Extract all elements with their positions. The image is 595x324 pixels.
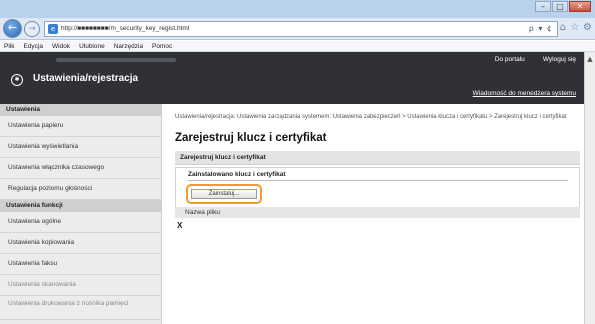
sidebar-item-timer[interactable]: Ustawienia włącznika czasowego	[0, 158, 161, 179]
sidebar-item-volume[interactable]: Regulacja poziomu głośności	[0, 179, 161, 200]
menu-help[interactable]: Pomoc	[152, 43, 172, 50]
section-header-bar: Zarejestruj klucz i certyfikat	[175, 151, 580, 165]
scroll-up-icon[interactable]: ▲	[585, 54, 595, 64]
page-icon: e	[48, 24, 58, 34]
manager-message-link[interactable]: Wiadomość do menedżera systemu	[473, 90, 576, 97]
back-arrow-icon[interactable]: ←	[3, 19, 22, 38]
page-title: Zarejestruj klucz i certyfikat	[175, 132, 327, 144]
page-scrollbar[interactable]: ▲	[584, 52, 595, 324]
install-button[interactable]: Zainstaluj...	[191, 189, 257, 199]
close-button[interactable]: ✕	[569, 1, 591, 12]
sidebar-item-display[interactable]: Ustawienia wyświetlania	[0, 137, 161, 158]
breadcrumb: Ustawienia/rejestracja: Ustawienia zarzą…	[175, 114, 567, 120]
file-name-column-header: Nazwa pliku	[175, 207, 580, 218]
forward-arrow-icon[interactable]: →	[24, 21, 40, 37]
menu-file[interactable]: Plik	[4, 43, 14, 50]
browser-navbar: ← → e http://■■■■■■■■/m_security_key_reg…	[0, 18, 595, 40]
window-controls: – □ ✕	[535, 1, 591, 12]
home-icon[interactable]: ⌂	[560, 22, 566, 33]
sidebar-section-functions: Ustawienia funkcji	[0, 200, 161, 212]
main-content: Ustawienia/rejestracja: Ustawienia zarzą…	[162, 104, 584, 324]
settings-logo-icon: ✱	[11, 74, 23, 86]
minimize-button[interactable]: –	[535, 1, 551, 12]
sidebar: Ustawienia Ustawienia papieru Ustawienia…	[0, 104, 162, 324]
sidebar-item-paper[interactable]: Ustawienia papieru	[0, 116, 161, 137]
sidebar-item-general[interactable]: Ustawienia ogólne	[0, 212, 161, 233]
logout-link[interactable]: Wyloguj się	[543, 56, 576, 63]
header-links: Do portalu Wyloguj się	[495, 56, 576, 63]
address-url[interactable]: http://■■■■■■■■/m_security_key_regist.ht…	[61, 25, 189, 32]
sidebar-item-media-print[interactable]: Ustawienia drukowania z nośnika pamięci	[0, 296, 161, 320]
header-title: Ustawienia/rejestracja	[33, 73, 139, 84]
menu-edit[interactable]: Edycja	[23, 43, 43, 50]
menu-tools[interactable]: Narzędzia	[114, 43, 143, 50]
menu-view[interactable]: Widok	[52, 43, 70, 50]
address-controls[interactable]: ρ ▾ ¢	[529, 24, 553, 33]
device-name-redacted	[56, 58, 176, 62]
installed-key-label: Zainstalowano klucz i certyfikat	[188, 171, 286, 178]
sidebar-item-fax[interactable]: Ustawienia faksu	[0, 254, 161, 275]
divider	[188, 180, 568, 181]
maximize-button[interactable]: □	[552, 1, 568, 12]
portal-link[interactable]: Do portalu	[495, 56, 525, 63]
page-header: Do portalu Wyloguj się ✱ Ustawienia/reje…	[0, 52, 584, 104]
delete-x-icon[interactable]: X	[177, 221, 182, 230]
favorites-star-icon[interactable]: ☆	[570, 22, 579, 33]
address-bar[interactable]: e http://■■■■■■■■/m_security_key_regist.…	[44, 21, 558, 37]
browser-titlebar: – □ ✕	[0, 0, 595, 18]
install-button-highlight: Zainstaluj...	[186, 184, 262, 204]
browser-toolbar-icons: ⌂ ☆ ⚙	[560, 22, 592, 33]
menu-bar: Plik Edycja Widok Ulubione Narzędzia Pom…	[0, 41, 595, 52]
sidebar-item-copy[interactable]: Ustawienia kopiowania	[0, 233, 161, 254]
sidebar-item-scan[interactable]: Ustawienia skanowania	[0, 275, 161, 296]
gear-icon[interactable]: ⚙	[583, 22, 592, 33]
sidebar-section-settings: Ustawienia	[0, 104, 161, 116]
menu-favorites[interactable]: Ulubione	[79, 43, 105, 50]
